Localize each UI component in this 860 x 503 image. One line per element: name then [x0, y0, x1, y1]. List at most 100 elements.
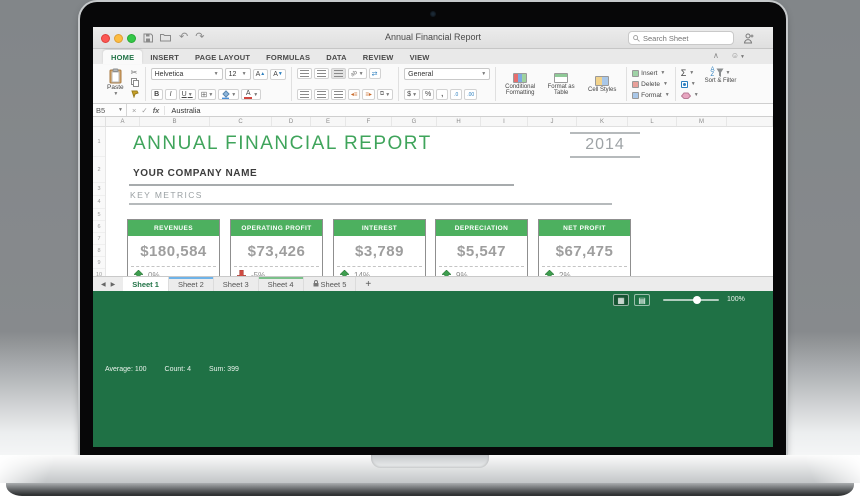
align-left-button[interactable] [296, 89, 312, 100]
sheet-tab-1[interactable]: Sheet 1 [123, 277, 169, 291]
column-header[interactable]: A [106, 117, 140, 126]
font-name-select[interactable]: Helvetica ▼ [150, 68, 223, 80]
merge-center-button[interactable]: ⧉ ▼ [376, 89, 394, 100]
align-bottom-button[interactable] [330, 68, 346, 79]
editing-group: Σ ▼ ▼ ▼ AZ ▼ Sort & Filter [676, 67, 742, 101]
row-header[interactable]: 6 [93, 221, 105, 233]
decrease-decimal-button[interactable]: .00 [464, 89, 478, 100]
wrap-text-button[interactable]: ⇄ [368, 68, 381, 79]
normal-view-icon[interactable]: ▦ [613, 294, 629, 306]
row-header[interactable]: 10 [93, 269, 105, 277]
tab-formulas[interactable]: FORMULAS [258, 50, 318, 64]
page-layout-view-icon[interactable]: ▤ [634, 294, 650, 306]
select-all-corner[interactable] [93, 117, 106, 126]
cancel-icon[interactable]: × [132, 106, 136, 115]
column-header[interactable]: M [677, 117, 727, 126]
column-header[interactable]: G [392, 117, 437, 126]
sort-filter-button[interactable]: AZ ▼ Sort & Filter [705, 67, 737, 100]
add-sheet-button[interactable]: + [356, 277, 380, 291]
formula-input[interactable]: Australia [165, 106, 200, 115]
column-header[interactable]: I [481, 117, 528, 126]
row-header[interactable]: 1 [93, 127, 105, 157]
cell-styles-button[interactable]: Cell Styles [583, 75, 621, 93]
row-header[interactable]: 3 [93, 183, 105, 196]
tab-page-layout[interactable]: PAGE LAYOUT [187, 50, 258, 64]
zoom-slider[interactable] [663, 296, 719, 304]
search-input[interactable] [643, 33, 729, 43]
orientation-button[interactable]: ab ▼ [347, 68, 367, 79]
tab-review[interactable]: REVIEW [355, 50, 402, 64]
tab-insert[interactable]: INSERT [142, 50, 187, 64]
percent-button[interactable]: % [422, 89, 435, 100]
sheet-tab-5[interactable]: Sheet 5 [304, 277, 357, 291]
italic-button[interactable]: I [164, 89, 177, 100]
kpi-card-value: $3,789 [355, 242, 404, 260]
conditional-formatting-button[interactable]: Conditional Formatting [501, 72, 539, 96]
fill-color-button[interactable]: ▼ [218, 89, 240, 100]
currency-button[interactable]: $ ▼ [404, 89, 421, 100]
search-box[interactable] [628, 31, 734, 45]
format-as-table-button[interactable]: Format as Table [542, 72, 580, 96]
sheet-tab-3[interactable]: Sheet 3 [214, 277, 259, 291]
enter-icon[interactable]: ✓ [141, 106, 147, 115]
fill-button[interactable]: ▼ [680, 79, 699, 89]
tab-view[interactable]: VIEW [402, 50, 438, 64]
row-header[interactable]: 9 [93, 257, 105, 269]
zoom-slider-knob[interactable] [693, 296, 701, 304]
column-header[interactable]: E [311, 117, 346, 126]
align-top-button[interactable] [296, 68, 312, 79]
grow-font-button[interactable]: A ▲ [252, 68, 269, 80]
row-header[interactable]: 2 [93, 157, 105, 183]
column-header[interactable]: K [577, 117, 628, 126]
font-size-select[interactable]: 12 ▼ [224, 68, 251, 80]
sheet-tab-4[interactable]: Sheet 4 [258, 277, 304, 291]
autosum-button[interactable]: Σ ▼ [681, 68, 699, 78]
next-sheet-arrow[interactable]: ▶ [111, 281, 116, 288]
paste-button[interactable]: Paste ▼ [104, 68, 127, 100]
format-painter-icon[interactable] [130, 90, 140, 100]
tab-home[interactable]: HOME [103, 50, 143, 64]
borders-button[interactable]: ⊞ ▼ [197, 89, 217, 100]
kpi-card-change: 9% [456, 270, 468, 277]
status-average: Average: 100 [105, 365, 147, 373]
sheet-tab-2[interactable]: Sheet 2 [168, 277, 214, 291]
font-color-button[interactable]: A ▼ [241, 89, 262, 100]
insert-cells-icon [632, 69, 640, 77]
name-box[interactable]: B5 ▼ [93, 104, 127, 116]
bold-button[interactable]: B [150, 89, 163, 100]
increase-decimal-button[interactable]: .0 [450, 89, 463, 100]
number-format-select[interactable]: General ▼ [404, 68, 491, 80]
share-icon[interactable] [743, 31, 755, 49]
delete-cells-button[interactable]: Delete ▼ [632, 79, 670, 89]
row-header[interactable]: 5 [93, 209, 105, 221]
align-right-button[interactable] [330, 89, 346, 100]
clear-button[interactable]: ▼ [680, 90, 699, 100]
shrink-font-button[interactable]: A ▼ [270, 68, 286, 80]
column-header[interactable]: L [628, 117, 677, 126]
tab-data[interactable]: DATA [318, 50, 355, 64]
underline-button[interactable]: U ▼ [178, 89, 196, 100]
insert-function-icon[interactable]: fx [153, 106, 160, 115]
format-cells-button[interactable]: Format ▼ [632, 90, 670, 100]
align-center-button[interactable] [313, 89, 329, 100]
row-header[interactable]: 8 [93, 245, 105, 257]
cut-icon[interactable]: ✂ [131, 68, 140, 77]
copy-icon[interactable] [130, 78, 140, 89]
column-header[interactable]: D [272, 117, 311, 126]
decrease-indent-button[interactable]: ◂≡ [347, 89, 361, 100]
prev-sheet-arrow[interactable]: ◀ [101, 281, 106, 288]
insert-cells-button[interactable]: Insert ▼ [632, 68, 670, 78]
column-headers: A B C D E F G H I J K L M [93, 117, 773, 127]
feedback-smiley-icon[interactable]: ☺▼ [731, 51, 745, 60]
align-middle-button[interactable] [313, 68, 329, 79]
row-header[interactable]: 7 [93, 233, 105, 245]
column-header[interactable]: B [140, 117, 210, 126]
column-header[interactable]: C [210, 117, 272, 126]
increase-indent-button[interactable]: ≡▸ [362, 89, 375, 100]
column-header[interactable]: F [346, 117, 392, 126]
collapse-ribbon-icon[interactable]: ∧ [713, 51, 719, 60]
column-header[interactable]: H [437, 117, 481, 126]
column-header[interactable]: J [528, 117, 577, 126]
row-header[interactable]: 4 [93, 196, 105, 209]
comma-button[interactable]: , [436, 89, 449, 100]
